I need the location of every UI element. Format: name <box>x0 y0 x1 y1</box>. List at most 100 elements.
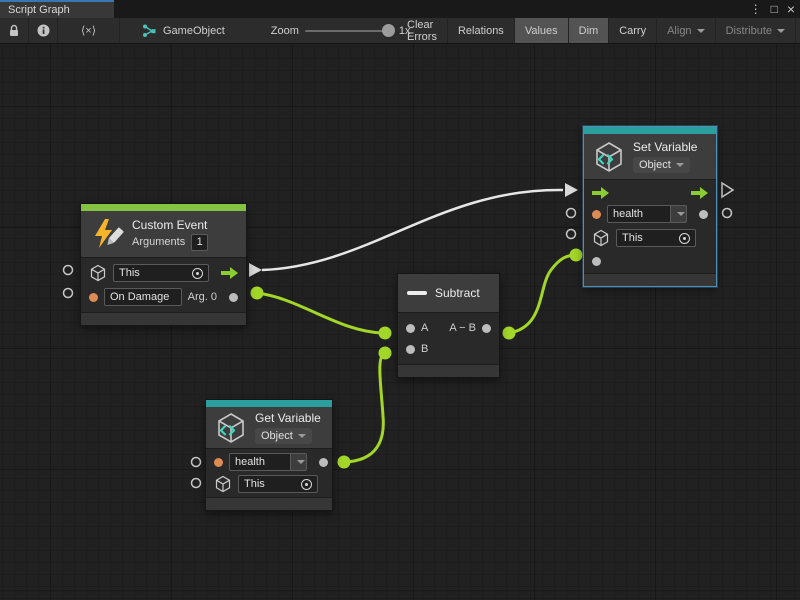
target-field[interactable]: This <box>616 229 696 247</box>
variable-name-value: health <box>235 456 265 468</box>
arg0-output-port[interactable] <box>229 293 238 302</box>
close-icon[interactable]: × <box>787 0 795 18</box>
event-colorbar <box>81 204 246 211</box>
variable-colorbar <box>584 127 716 134</box>
blackboard-button[interactable]: ⟨×⟩ <box>58 18 120 43</box>
chevron-down-icon <box>677 212 685 216</box>
target-field[interactable]: This <box>238 475 318 493</box>
node-footer <box>81 312 246 325</box>
port-socket[interactable] <box>192 458 201 467</box>
flow-input-port[interactable] <box>592 187 609 199</box>
target-field[interactable]: This <box>113 264 209 282</box>
event-name-value: On Damage <box>110 291 169 303</box>
target-picker-icon[interactable] <box>301 479 312 490</box>
flow-wire-customevent-setvariable[interactable] <box>262 190 563 270</box>
align-dropdown[interactable]: Align <box>657 18 715 43</box>
value-output-port[interactable] <box>319 458 328 467</box>
target-value: This <box>622 232 643 244</box>
node-subtract[interactable]: Subtract A A − B B <box>397 273 500 378</box>
chevron-down-icon <box>297 460 305 464</box>
node-body: A A − B B <box>398 313 499 364</box>
wire-endpoint <box>338 456 351 469</box>
flow-socket[interactable] <box>722 183 733 197</box>
gameobject-cube-icon <box>592 229 610 247</box>
node-custom-event[interactable]: Custom Event Arguments 1 This <box>80 203 247 326</box>
graph-canvas[interactable]: Custom Event Arguments 1 This <box>0 44 800 600</box>
clear-errors-button[interactable]: Clear Errors <box>397 18 448 43</box>
new-value-input-port[interactable] <box>592 257 601 266</box>
input-b-port[interactable] <box>406 345 415 354</box>
port-socket[interactable] <box>64 266 73 275</box>
value-wire-arg0-subtract-a[interactable] <box>257 293 385 333</box>
node-footer <box>584 273 716 286</box>
node-get-variable[interactable]: Get Variable Object health <box>205 399 333 511</box>
variable-name-dropdown[interactable]: health <box>607 205 687 223</box>
wire-endpoint <box>251 287 264 300</box>
dim-label: Dim <box>579 25 599 37</box>
wire-endpoint <box>379 347 392 360</box>
distribute-dropdown[interactable]: Distribute <box>716 18 796 43</box>
tab-script-graph[interactable]: Script Graph <box>0 0 114 18</box>
wire-endpoint <box>570 249 583 262</box>
variable-scope-dropdown[interactable]: Object <box>633 157 690 173</box>
port-socket[interactable] <box>192 479 201 488</box>
carry-toggle[interactable]: Carry <box>609 18 657 43</box>
event-name-field[interactable]: On Damage <box>104 288 182 306</box>
input-a-label: A <box>421 322 428 334</box>
output-port[interactable] <box>482 324 491 333</box>
flow-output-port[interactable] <box>221 267 238 279</box>
variable-name-value: health <box>613 208 643 220</box>
distribute-label: Distribute <box>726 25 772 37</box>
value-output-port[interactable] <box>699 210 708 219</box>
overview-button[interactable]: Overview <box>796 18 800 43</box>
flow-output-port[interactable] <box>691 187 708 199</box>
align-label: Align <box>667 25 691 37</box>
variable-name-port[interactable] <box>592 210 601 219</box>
values-toggle[interactable]: Values <box>515 18 569 43</box>
relations-button[interactable]: Relations <box>448 18 515 43</box>
info-button[interactable] <box>29 18 58 43</box>
node-body: health This <box>206 449 332 497</box>
wire-endpoint <box>503 327 516 340</box>
dim-toggle[interactable]: Dim <box>569 18 610 43</box>
flow-wire-target-arrow <box>565 183 578 197</box>
dropdown-button[interactable] <box>671 205 687 223</box>
node-footer <box>206 497 332 510</box>
value-wire-getvariable-subtract-b[interactable] <box>344 353 385 462</box>
menu-icon[interactable]: ⋮ <box>750 0 762 18</box>
target-picker-icon[interactable] <box>192 268 203 279</box>
custom-event-icon <box>90 217 124 251</box>
node-header: Subtract <box>398 274 499 313</box>
target-picker-icon[interactable] <box>679 233 690 244</box>
node-body: health This <box>584 180 716 273</box>
maximize-icon[interactable]: □ <box>771 0 778 18</box>
event-name-port[interactable] <box>89 293 98 302</box>
subtract-icon <box>407 291 427 295</box>
scope-value: Object <box>639 159 671 171</box>
node-header: Custom Event Arguments 1 <box>81 211 246 258</box>
variable-scope-dropdown[interactable]: Object <box>255 428 312 444</box>
port-socket[interactable] <box>723 209 732 218</box>
tab-title: Script Graph <box>8 4 70 16</box>
zoom-slider[interactable] <box>305 30 393 32</box>
zoom-slider-thumb[interactable] <box>382 24 395 37</box>
target-value: This <box>244 478 265 490</box>
dropdown-button[interactable] <box>291 453 307 471</box>
variable-name-dropdown[interactable]: health <box>229 453 307 471</box>
variable-name-port[interactable] <box>214 458 223 467</box>
input-a-port[interactable] <box>406 324 415 333</box>
node-set-variable[interactable]: Set Variable Object <box>583 126 717 287</box>
port-socket[interactable] <box>567 209 576 218</box>
port-socket[interactable] <box>64 289 73 298</box>
chevron-down-icon <box>298 434 306 438</box>
flow-wire-source-arrow <box>249 263 262 277</box>
value-wire-subtract-setvariable[interactable] <box>509 255 576 333</box>
port-socket[interactable] <box>567 230 576 239</box>
values-label: Values <box>525 25 558 37</box>
gameobject-cube-icon <box>214 475 232 493</box>
wire-endpoint <box>379 327 392 340</box>
info-icon <box>37 24 50 37</box>
lock-button[interactable] <box>0 18 29 43</box>
arguments-count-field[interactable]: 1 <box>191 234 208 251</box>
zoom-control: Zoom 1x <box>263 18 419 43</box>
